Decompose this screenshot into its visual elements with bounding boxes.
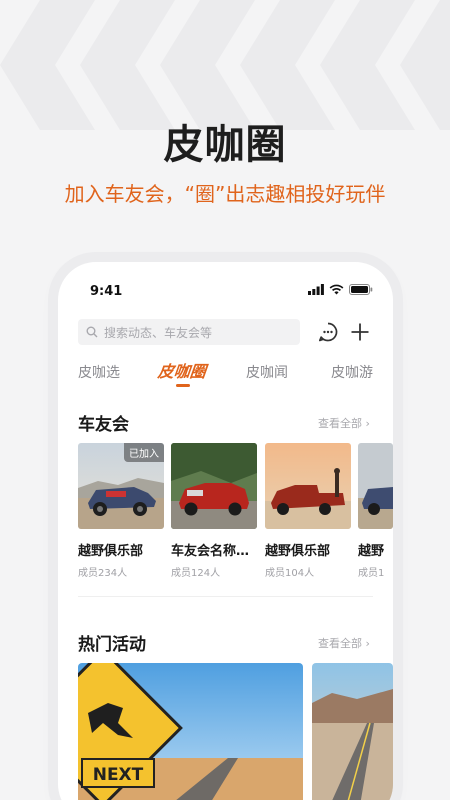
status-time: 9:41 — [90, 284, 123, 299]
active-tab-indicator — [176, 384, 190, 387]
club-name: 越野俱乐部 — [78, 544, 144, 559]
club-member-count: 成员124人 — [171, 568, 221, 579]
club-member-count: 成员104人 — [265, 568, 315, 579]
events-section-title: 热门活动 — [78, 635, 146, 655]
status-bar: 9:41 — [58, 262, 393, 318]
signal-icon — [308, 284, 324, 295]
event-card[interactable] — [312, 663, 393, 800]
add-icon[interactable] — [348, 320, 372, 344]
club-card[interactable]: 已加入 越野俱乐部 成员234人 — [78, 443, 164, 579]
search-placeholder: 搜索动态、车友会等 — [104, 325, 213, 340]
search-input[interactable]: 搜索动态、车友会等 — [78, 319, 300, 345]
club-name: 越野俱乐部 — [265, 544, 331, 559]
phone-mockup: 9:41 搜索动态、车友会等 皮咖选 皮咖圈 皮咖闻 皮咖游 车友会 查看全部 … — [58, 262, 393, 800]
tab-pikayou[interactable]: 皮咖游 — [331, 362, 373, 382]
tab-pikawen[interactable]: 皮咖闻 — [246, 362, 288, 382]
next-sign-text: NEXT — [93, 765, 144, 785]
hero-title: 皮咖圈 — [163, 122, 287, 168]
tab-pikaxuan[interactable]: 皮咖选 — [78, 362, 120, 382]
club-image — [358, 443, 393, 529]
club-image: 已加入 — [78, 443, 164, 529]
hero-subtitle: 加入车友会，“圈”出志趣相投好玩伴 — [64, 182, 386, 206]
tab-bar: 皮咖选 皮咖圈 皮咖闻 皮咖游 — [58, 358, 393, 388]
event-card[interactable]: NEXT — [78, 663, 303, 800]
club-image — [265, 443, 351, 529]
club-name: 车友会名称… — [171, 544, 250, 559]
club-member-count: 成员234人 — [78, 568, 128, 579]
event-image — [312, 663, 393, 800]
club-card[interactable]: 越野 成员1 — [358, 443, 393, 579]
club-card[interactable]: 车友会名称… 成员124人 — [171, 443, 257, 579]
club-image — [171, 443, 257, 529]
joined-badge: 已加入 — [124, 443, 164, 462]
events-see-all-link[interactable]: 查看全部 › — [318, 635, 370, 651]
club-name: 越野 — [358, 544, 385, 559]
tab-pikaquan[interactable]: 皮咖圈 — [157, 358, 208, 382]
clubs-section-title: 车友会 — [78, 415, 129, 435]
section-divider — [78, 596, 373, 597]
clubs-see-all-link[interactable]: 查看全部 › — [318, 415, 370, 431]
search-icon — [86, 326, 98, 338]
club-card[interactable]: 越野俱乐部 成员104人 — [265, 443, 351, 579]
battery-icon — [349, 284, 373, 295]
message-icon[interactable] — [316, 320, 340, 344]
event-image: NEXT — [78, 663, 303, 800]
club-member-count: 成员1 — [358, 568, 385, 579]
wifi-icon — [329, 284, 344, 295]
status-icons — [308, 284, 373, 295]
